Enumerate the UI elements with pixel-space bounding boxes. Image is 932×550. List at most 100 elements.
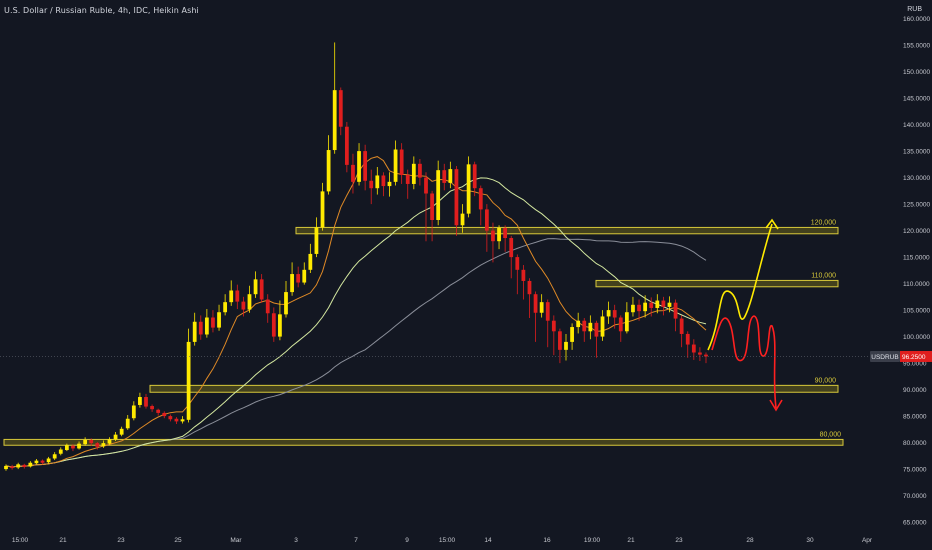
candle-body	[174, 418, 179, 422]
zone-label: 110,000	[811, 272, 836, 279]
candle	[156, 408, 161, 416]
candle	[180, 416, 185, 424]
candle	[704, 352, 708, 364]
candle	[570, 323, 574, 350]
candle-body	[186, 341, 191, 420]
candle-body	[497, 227, 501, 242]
candle-body	[570, 327, 574, 342]
candle-body	[399, 149, 404, 175]
zone-box	[3, 438, 844, 446]
time-tick-label: 14	[484, 537, 492, 544]
price-chart[interactable]: 120,000 110,000 90,000 80,000 160.0000 155.0…	[0, 0, 932, 550]
candle-body	[77, 443, 81, 449]
time-tick-label: 25	[174, 537, 182, 544]
candle	[375, 167, 380, 195]
candle	[144, 393, 148, 409]
candle-body	[64, 445, 69, 451]
candle	[10, 464, 14, 470]
candle-body	[405, 174, 410, 184]
candle	[290, 262, 294, 296]
candle	[253, 271, 258, 298]
candle-body	[551, 320, 556, 332]
candle	[138, 392, 142, 408]
candle	[107, 437, 112, 445]
candle	[186, 328, 191, 423]
price-tick-label: 155.0000	[903, 43, 930, 50]
candle	[308, 243, 313, 273]
time-tick-label: 23	[675, 537, 683, 544]
candle	[278, 300, 282, 341]
candle	[698, 347, 702, 361]
candle-body	[624, 312, 629, 332]
candle	[46, 456, 51, 464]
candle	[357, 143, 361, 186]
candle	[119, 426, 124, 437]
candle	[551, 315, 556, 356]
candle-body	[521, 269, 526, 281]
price-tick-label: 140.0000	[903, 122, 930, 129]
candle-body	[271, 313, 276, 337]
candle-body	[430, 193, 434, 220]
candle	[442, 163, 447, 191]
candle	[533, 291, 538, 342]
candle	[661, 296, 666, 316]
candle-body	[290, 274, 294, 293]
candle-body	[192, 321, 197, 342]
candle-body	[34, 460, 39, 464]
candle-body	[338, 90, 343, 127]
candle	[125, 415, 130, 430]
candle-body	[144, 397, 148, 407]
candle-body	[247, 294, 252, 310]
candle	[381, 172, 386, 197]
candle-body	[637, 304, 641, 312]
candle-body	[314, 227, 319, 254]
candle	[235, 284, 240, 310]
candle-body	[156, 409, 161, 413]
time-tick-label: 7	[354, 537, 358, 544]
candle	[314, 217, 319, 258]
candle	[344, 121, 349, 173]
candle	[685, 331, 690, 358]
price-tick-label: 80.0000	[903, 440, 927, 447]
time-tick-label: 16	[543, 537, 551, 544]
candle	[436, 160, 441, 226]
candle	[229, 280, 234, 306]
zone-box	[295, 226, 839, 235]
candle-body	[582, 320, 587, 332]
candle-body	[28, 462, 33, 467]
candle-body	[125, 418, 130, 429]
price-tick-label: 160.0000	[903, 16, 930, 23]
candle-body	[83, 439, 88, 445]
time-tick-label: 15:00	[439, 537, 456, 544]
symbol-tag-label: USDRUB	[871, 354, 898, 361]
candle	[284, 280, 288, 318]
candle	[302, 262, 307, 285]
candle	[539, 294, 544, 318]
candle-body	[180, 419, 185, 422]
candle	[247, 285, 252, 313]
candle	[594, 320, 599, 358]
candle	[52, 452, 57, 461]
candle-body	[460, 213, 465, 226]
candle-body	[558, 331, 562, 350]
candle-body	[509, 238, 514, 258]
candle	[22, 463, 27, 469]
price-tick-label: 85.0000	[903, 414, 927, 421]
candle-body	[113, 434, 118, 440]
candle-body	[308, 253, 313, 270]
candle-body	[369, 180, 374, 189]
candle-body	[284, 292, 288, 315]
candle	[606, 301, 611, 324]
price-tick-label: 125.0000	[903, 202, 930, 209]
candle	[600, 310, 605, 341]
symbol-title[interactable]: U.S. Dollar / Russian Ruble, 4h, IDC, He…	[4, 6, 199, 15]
candle-body	[661, 300, 666, 307]
candle	[576, 312, 581, 334]
candle-body	[515, 257, 520, 270]
candle-body	[631, 304, 635, 313]
zone-label: 120,000	[811, 219, 836, 226]
candle-body	[618, 317, 623, 332]
candle	[16, 462, 21, 470]
candle-body	[10, 466, 14, 469]
candle	[399, 143, 404, 184]
